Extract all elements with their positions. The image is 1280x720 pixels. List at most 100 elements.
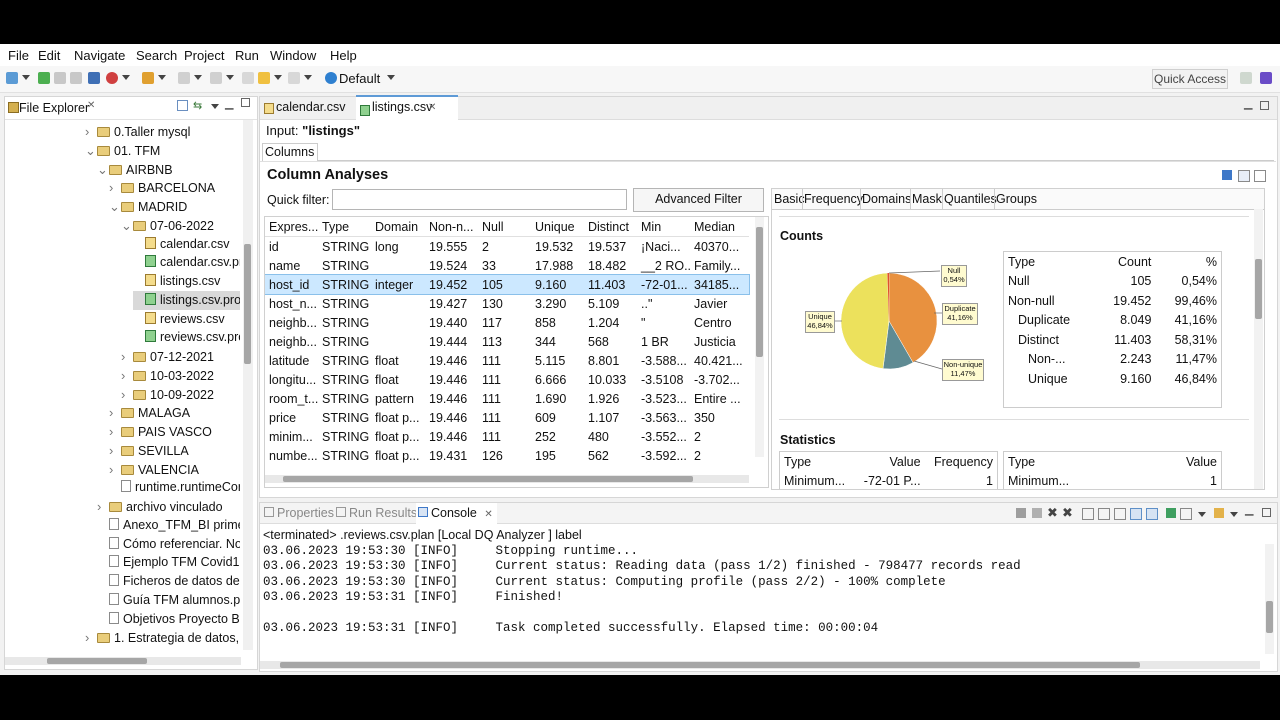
grid-header-cell[interactable]: Median [690,217,749,237]
chevron-right-icon[interactable]: › [85,122,97,141]
counts-row[interactable]: Duplicate 8.049 41,16% [1004,311,1221,331]
grid-row[interactable]: neighb... STRING 19.444 113 344 568 1 BR Justic… [265,332,749,351]
grid-horizontal-scrollbar[interactable] [265,475,749,483]
tree-item[interactable]: reviews.csv [133,310,225,329]
tree-item[interactable]: › VALENCIA [109,460,199,479]
next-annotation-icon[interactable] [178,72,190,84]
perspective-icon[interactable] [325,72,337,84]
layout-icon[interactable] [1238,170,1250,182]
collapse-all-icon[interactable] [177,100,188,111]
last-edit-icon[interactable] [242,72,254,84]
scroll-thumb[interactable] [1266,601,1273,633]
layout-alt-icon[interactable] [1254,170,1266,182]
grid-row[interactable]: minim... STRING float p... 19.446 111 252 480 -… [265,427,749,446]
grid-row[interactable]: name STRING 19.524 33 17.988 18.482 __2 RO... F… [265,256,749,275]
tree-item[interactable]: ⌄ 01. TFM [85,141,160,160]
chevron-right-icon[interactable]: › [109,460,121,479]
counts-row[interactable]: Distinct 11.403 58,31% [1004,330,1221,350]
scroll-thumb[interactable] [47,658,147,664]
grid-row[interactable]: longitu... STRING float 19.446 111 6.666 10.03… [265,370,749,389]
menu-navigate[interactable]: Navigate [74,48,125,63]
remove-terminated-icon[interactable]: ✖ [1062,505,1073,521]
grid-row[interactable]: host_n... STRING 19.427 130 3.290 5.109 .." Jav… [265,294,749,313]
close-icon[interactable]: ✕ [87,100,95,111]
tree-item[interactable]: Objetivos Proyecto Ba [97,610,240,629]
tree-item[interactable]: › archivo vinculado [97,497,223,516]
grid-header-cell[interactable]: Distinct [584,217,637,237]
tree-item[interactable]: Ejemplo TFM Covid19 [97,553,240,572]
tree-item[interactable]: reviews.csv.pro [133,328,240,347]
detail-tab-frequency[interactable]: Frequency [804,192,863,206]
scroll-thumb[interactable] [756,227,763,357]
tree-item[interactable]: › BARCELONA [109,178,215,197]
export-icon[interactable] [1222,170,1232,180]
grid-header-cell[interactable]: Non-n... [425,217,478,237]
tree-item[interactable]: › 10-09-2022 [121,385,214,404]
grid-header-cell[interactable]: Min [637,217,690,237]
print-icon[interactable] [70,72,82,84]
file-explorer-tab[interactable]: File Explorer ✕ ⇆ ▁ [5,97,257,120]
maximize-icon[interactable] [1260,101,1269,110]
advanced-filter-button[interactable]: Advanced Filter [633,188,764,212]
minimize-icon[interactable]: ▁ [225,97,233,110]
detail-tab-mask[interactable]: Mask [912,192,942,206]
grid-header-cell[interactable]: Null [478,217,531,237]
tab-console[interactable]: Console ✕ [416,503,497,526]
detail-tab-groups[interactable]: Groups [996,192,1037,206]
menu-edit[interactable]: Edit [38,48,60,63]
new-icon[interactable] [6,72,18,84]
run-icon[interactable] [142,72,154,84]
tree-item[interactable]: ⌄ 07-06-2022 [121,216,214,235]
menu-project[interactable]: Project [184,48,224,63]
tree-item[interactable]: ⌄ AIRBNB [97,160,173,179]
grid-header-cell[interactable]: Domain [371,217,425,237]
grid-row[interactable]: id STRING long 19.555 2 19.532 19.537 ¡Naci... 4… [265,237,749,257]
tree-item[interactable]: ⌄ MADRID [109,197,187,216]
counts-row[interactable]: Null 105 0,54% [1004,272,1221,292]
tree-item[interactable]: listings.csv.pro [133,290,240,310]
maximize-icon[interactable] [241,98,250,107]
stats-right-row[interactable]: Minimum... 1 [1004,472,1221,490]
close-icon[interactable]: ✕ [428,97,436,118]
tab-calendar-csv[interactable]: calendar.csv [260,97,370,118]
chevron-right-icon[interactable]: › [97,497,109,516]
display-console-icon[interactable] [1180,508,1192,520]
terminate-icon[interactable] [1016,508,1026,518]
counts-row[interactable]: Non-null 19.452 99,46% [1004,291,1221,311]
chevron-down-icon[interactable] [1198,512,1206,517]
grid-row[interactable]: host_id STRING integer 19.452 105 9.160 11.403… [265,274,750,295]
chevron-down-icon[interactable]: ⌄ [85,141,97,160]
chevron-down-icon[interactable] [226,75,234,80]
grid-header-cell[interactable]: Unique [531,217,584,237]
copy-icon[interactable] [1082,508,1094,520]
chevron-down-icon[interactable] [194,75,202,80]
chevron-down-icon[interactable] [22,75,30,80]
tree-item[interactable]: listings.csv [133,272,220,291]
tree-item[interactable]: › 0.Taller mysql [85,122,190,141]
menu-search[interactable]: Search [136,48,177,63]
detail-tab-basic[interactable]: Basic [774,192,805,206]
chevron-right-icon[interactable]: › [121,366,133,385]
chevron-right-icon[interactable]: › [121,347,133,366]
word-wrap-icon[interactable] [1114,508,1126,520]
grid-header-cell[interactable]: Type [318,217,371,237]
tree-item[interactable]: Cómo referenciar. Nor [97,535,240,554]
chevron-right-icon[interactable]: › [109,178,121,197]
scroll-thumb[interactable] [283,476,693,482]
link-editor-icon[interactable]: ⇆ [193,99,202,112]
counts-row[interactable]: Non-... 2.243 11,47% [1004,350,1221,370]
perspective-label[interactable]: Default [339,71,380,86]
tree-item[interactable]: Guía TFM alumnos.pd [97,591,240,610]
scroll-thumb[interactable] [244,244,251,364]
detail-tab-domains[interactable]: Domains [862,192,911,206]
tab-run-results[interactable]: Run Results [336,506,417,520]
scroll-thumb[interactable] [280,662,1140,668]
tree-item[interactable]: › SEVILLA [109,441,189,460]
chevron-down-icon[interactable] [304,75,312,80]
scroll-lock-icon[interactable] [1130,508,1142,520]
tab-columns[interactable]: Columns [262,143,318,162]
detail-vertical-scrollbar[interactable] [1254,209,1263,489]
tree-item[interactable]: › 07-12-2021 [121,347,214,366]
show-console-icon[interactable] [1146,508,1158,520]
open-perspective-icon[interactable] [1240,72,1252,84]
